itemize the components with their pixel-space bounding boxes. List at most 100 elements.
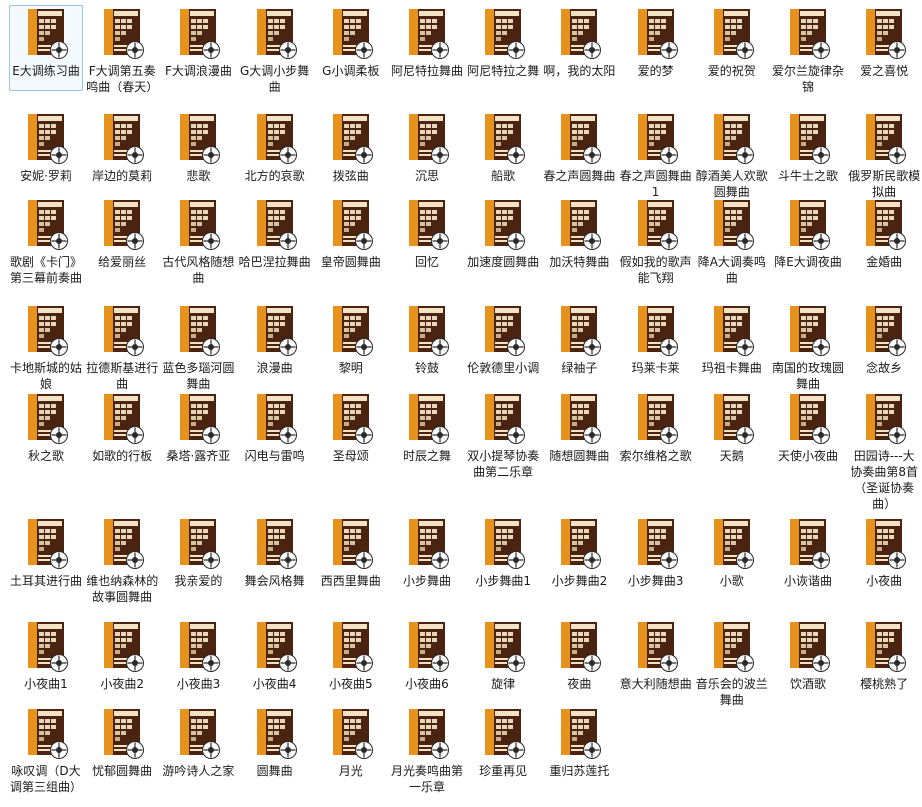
file-item[interactable]: 饮酒歌 (771, 618, 845, 718)
file-item[interactable]: 降E大调夜曲 (771, 196, 845, 296)
file-item[interactable]: 田园诗---大协奏曲第8首（圣诞协奏曲） (847, 390, 921, 511)
file-item[interactable]: 南国的玫瑰圆舞曲 (771, 302, 845, 402)
file-item[interactable]: 时辰之舞 (390, 390, 464, 490)
file-item[interactable]: 樱桃熟了 (847, 618, 921, 718)
file-item[interactable]: 月光奏鸣曲第一乐章 (390, 705, 464, 805)
file-item[interactable]: 伦敦德里小调 (466, 302, 540, 402)
file-item[interactable]: 玛莱卡莱 (619, 302, 693, 402)
file-item[interactable]: 念故乡 (847, 302, 921, 402)
file-item[interactable]: 重归苏莲托 (542, 705, 616, 805)
file-item[interactable]: 天使小夜曲 (771, 390, 845, 490)
file-item[interactable]: 小夜曲2 (85, 618, 159, 718)
file-item[interactable]: 小夜曲6 (390, 618, 464, 718)
file-item[interactable]: 哈巴涅拉舞曲 (238, 196, 312, 296)
file-item[interactable]: 秋之歌 (9, 390, 83, 490)
file-item[interactable]: 舞会风格舞 (238, 515, 312, 615)
file-item[interactable]: 天鹅 (695, 390, 769, 490)
file-item[interactable]: G小调柔板 (314, 5, 388, 105)
file-item[interactable]: 桑塔·露齐亚 (161, 390, 235, 490)
file-item[interactable]: 绿袖子 (542, 302, 616, 402)
file-item[interactable]: 夜曲 (542, 618, 616, 718)
music-album-icon (788, 306, 830, 356)
music-album-icon (636, 200, 678, 250)
file-item[interactable]: 皇帝圆舞曲 (314, 196, 388, 296)
file-item[interactable]: 旋律 (466, 618, 540, 718)
file-item[interactable]: 加速度圆舞曲 (466, 196, 540, 296)
file-item[interactable]: 爱尔兰旋律杂锦 (771, 5, 845, 105)
file-item[interactable]: 如歌的行板 (85, 390, 159, 490)
file-item[interactable]: 小诙谐曲 (771, 515, 845, 615)
file-item[interactable]: 古代风格随想曲 (161, 196, 235, 296)
file-item[interactable]: 醇酒美人欢歌圆舞曲 (695, 110, 769, 210)
file-item[interactable]: 玛祖卡舞曲 (695, 302, 769, 402)
file-item[interactable]: 春之声圆舞曲 (542, 110, 616, 210)
file-name-label: E大调练习曲 (12, 64, 80, 78)
file-item[interactable]: 浪漫曲 (238, 302, 312, 402)
file-item[interactable]: 岸边的莫莉 (85, 110, 159, 210)
file-item[interactable]: 游吟诗人之家 (161, 705, 235, 805)
file-item[interactable]: 俄罗斯民歌模拟曲 (847, 110, 921, 210)
file-item[interactable]: 索尔维格之歌 (619, 390, 693, 490)
file-item[interactable]: G大调小步舞曲 (238, 5, 312, 105)
file-item[interactable]: 假如我的歌声能飞翔 (619, 196, 693, 296)
file-item[interactable]: 小步舞曲 (390, 515, 464, 615)
file-item[interactable]: 小夜曲5 (314, 618, 388, 718)
file-item[interactable]: 爱之喜悦 (847, 5, 921, 105)
file-item[interactable]: 咏叹调（D大调第三组曲） (9, 705, 83, 805)
file-item[interactable]: 小夜曲1 (9, 618, 83, 718)
file-item[interactable]: 啊，我的太阳 (542, 5, 616, 105)
file-item[interactable]: 卡地斯城的姑娘 (9, 302, 83, 402)
file-item[interactable]: 珍重再见 (466, 705, 540, 805)
file-item[interactable]: 加沃特舞曲 (542, 196, 616, 296)
file-item[interactable]: 小步舞曲2 (542, 515, 616, 615)
file-item[interactable]: 小歌 (695, 515, 769, 615)
file-item[interactable]: 维也纳森林的故事圆舞曲 (85, 515, 159, 615)
file-item[interactable]: 船歌 (466, 110, 540, 210)
file-item[interactable]: 音乐会的波兰舞曲 (695, 618, 769, 718)
file-item[interactable]: 回忆 (390, 196, 464, 296)
file-item[interactable]: 圣母颂 (314, 390, 388, 490)
file-item[interactable]: 金婚曲 (847, 196, 921, 296)
file-item[interactable]: 小夜曲3 (161, 618, 235, 718)
file-item[interactable]: 小夜曲4 (238, 618, 312, 718)
file-item[interactable]: 拉德斯基进行曲 (85, 302, 159, 402)
file-item[interactable]: 阿尼特拉舞曲 (390, 5, 464, 105)
file-item[interactable]: 土耳其进行曲 (9, 515, 83, 615)
file-item[interactable]: 给爱丽丝 (85, 196, 159, 296)
file-item[interactable]: 小步舞曲1 (466, 515, 540, 615)
file-item[interactable]: 安妮·罗莉 (9, 110, 83, 210)
file-item[interactable]: 爱的祝贺 (695, 5, 769, 105)
file-item[interactable]: 悲歌 (161, 110, 235, 210)
file-item[interactable]: 小夜曲 (847, 515, 921, 615)
file-item[interactable]: 双小提琴协奏曲第二乐章 (466, 390, 540, 490)
file-item[interactable]: 铃鼓 (390, 302, 464, 402)
file-item[interactable]: 拨弦曲 (314, 110, 388, 210)
file-item[interactable]: 随想圆舞曲 (542, 390, 616, 490)
file-item[interactable]: 沉思 (390, 110, 464, 210)
file-item[interactable]: 黎明 (314, 302, 388, 402)
file-item[interactable]: F大调浪漫曲 (161, 5, 235, 105)
file-item[interactable]: 北方的哀歌 (238, 110, 312, 210)
file-item[interactable]: 阿尼特拉之舞 (466, 5, 540, 105)
file-item[interactable]: F大调第五奏鸣曲（春天） (85, 5, 159, 105)
file-item[interactable]: 爱的梦 (619, 5, 693, 105)
file-item[interactable]: 西西里舞曲 (314, 515, 388, 615)
file-item[interactable]: 月光 (314, 705, 388, 805)
file-item[interactable]: 小步舞曲3 (619, 515, 693, 615)
file-item[interactable]: 歌剧《卡门》第三幕前奏曲 (9, 196, 83, 296)
file-item[interactable]: 意大利随想曲 (619, 618, 693, 718)
music-album-icon (712, 114, 754, 164)
file-item[interactable]: 我亲爱的 (161, 515, 235, 615)
file-name-label: 如歌的行板 (92, 449, 153, 463)
music-album-icon (712, 306, 754, 356)
file-name-label: 南国的玫瑰圆舞曲 (772, 361, 845, 391)
file-item[interactable]: 闪电与雷鸣 (238, 390, 312, 490)
file-item[interactable]: 蓝色多瑙河圆舞曲 (161, 302, 235, 402)
file-item[interactable]: E大调练习曲 (9, 5, 83, 91)
music-album-icon (788, 114, 830, 164)
file-item[interactable]: 忧郁圆舞曲 (85, 705, 159, 805)
file-item[interactable]: 春之声圆舞曲1 (619, 110, 693, 210)
file-item[interactable]: 圆舞曲 (238, 705, 312, 805)
file-item[interactable]: 降A大调奏鸣曲 (695, 196, 769, 296)
file-item[interactable]: 斗牛士之歌 (771, 110, 845, 210)
